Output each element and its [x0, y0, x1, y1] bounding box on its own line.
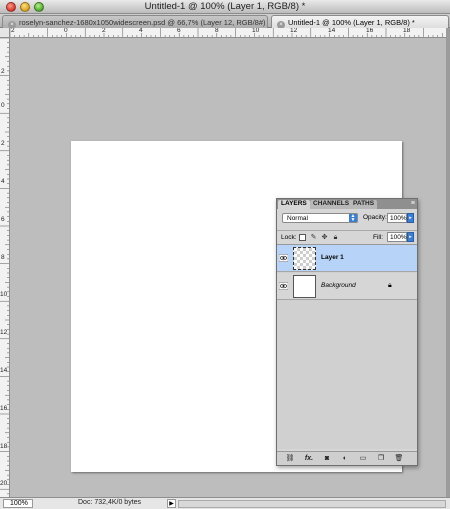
window-title: Untitled-1 @ 100% (Layer 1, RGB/8) *: [144, 1, 306, 12]
chevron-updown-icon: ▲ ▼: [349, 213, 357, 223]
trash-icon[interactable]: 🗑︎: [394, 454, 404, 464]
ruler-label: 10: [252, 28, 260, 34]
ruler-label: 16: [0, 405, 8, 412]
layer-row-layer-1[interactable]: Layer 1: [277, 245, 417, 272]
status-menu-arrow-icon[interactable]: ▶: [167, 499, 176, 508]
ruler-label: 2: [102, 28, 106, 34]
ruler-label: 8: [1, 254, 5, 261]
ruler-label: 14: [0, 367, 8, 374]
fill-slider-button[interactable]: ▸: [407, 232, 414, 242]
tab-label: roselyn-sanchez-1680x1050widescreen.psd …: [19, 18, 266, 27]
ruler-label: 12: [290, 28, 298, 34]
ruler-label: 4: [139, 28, 143, 34]
layer-name[interactable]: Layer 1: [321, 254, 344, 261]
document-tab-bar: × roselyn-sanchez-1680x1050widescreen.psd…: [0, 14, 450, 29]
layers-list: Layer 1 Background 🔒︎: [277, 244, 417, 449]
ruler-label: 0: [64, 28, 68, 34]
ruler-label: 2: [11, 28, 15, 34]
tab-label: Untitled-1 @ 100% (Layer 1, RGB/8) *: [288, 18, 415, 27]
ruler-label: 2: [1, 140, 5, 147]
fill-label: Fill:: [373, 234, 384, 241]
ruler-label: 4: [1, 178, 5, 185]
layer-thumbnail: [293, 275, 316, 298]
tab-untitled-document[interactable]: × Untitled-1 @ 100% (Layer 1, RGB/8) *: [271, 15, 449, 29]
layers-panel: LAYERS CHANNELS PATHS ≡ Normal ▲ ▼ Opacit…: [276, 198, 418, 466]
panel-menu-icon[interactable]: ≡: [411, 200, 415, 207]
layer-name[interactable]: Background: [321, 282, 356, 289]
eye-icon[interactable]: [279, 254, 288, 262]
lock-all-icon[interactable]: 🔒︎: [332, 234, 339, 241]
tab-layers[interactable]: LAYERS: [278, 200, 310, 209]
vertical-ruler[interactable]: 2 0 2 4 6 8 10 12 14 16 18 20: [0, 38, 10, 497]
ruler-label: 0: [1, 102, 5, 109]
eye-icon[interactable]: [279, 282, 288, 290]
lock-transparent-pixels-icon[interactable]: [299, 234, 306, 241]
vertical-scrollbar[interactable]: [446, 28, 450, 497]
layer-thumbnail: [293, 247, 316, 270]
ruler-label: 12: [0, 329, 8, 336]
ruler-label: 2: [1, 68, 5, 75]
ruler-label: 18: [403, 28, 411, 34]
ruler-label: 16: [366, 28, 374, 34]
opacity-slider-button[interactable]: ▸: [407, 213, 414, 223]
lock-image-pixels-icon[interactable]: ✎: [310, 234, 317, 241]
ruler-label: 14: [328, 28, 336, 34]
opacity-input[interactable]: 100%: [387, 213, 407, 223]
lock-icon: 🔒︎: [388, 282, 392, 289]
ruler-label: 18: [0, 443, 8, 450]
adjustment-icon[interactable]: ◐: [340, 454, 350, 464]
title-bar: Untitled-1 @ 100% (Layer 1, RGB/8) *: [0, 0, 450, 14]
ruler-label: 8: [215, 28, 219, 34]
panel-footer: ⛓ fx. ◙ ◐ ▭ ❐ 🗑︎: [277, 451, 417, 465]
link-icon[interactable]: ⛓: [285, 454, 295, 464]
ruler-origin[interactable]: [0, 28, 10, 38]
tab-roselyn-document[interactable]: × roselyn-sanchez-1680x1050widescreen.psd…: [2, 15, 268, 29]
tab-paths[interactable]: PATHS: [350, 200, 378, 209]
group-folder-icon[interactable]: ▭: [358, 454, 368, 464]
lock-row: Lock: ✎ ✥ 🔒︎ Fill: 100% ▸: [277, 230, 417, 243]
lock-label: Lock:: [281, 234, 297, 241]
horizontal-scrollbar[interactable]: [178, 500, 446, 508]
ruler-label: 10: [0, 291, 8, 298]
status-bar: 100% Doc: 732,4K/0 bytes ▶: [0, 497, 450, 509]
horizontal-ruler[interactable]: 2 0 2 4 6 8 10 12 14 16 18: [10, 28, 446, 38]
lock-position-icon[interactable]: ✥: [321, 234, 328, 241]
new-layer-icon[interactable]: ❐: [376, 454, 386, 464]
panel-tab-bar: LAYERS CHANNELS PATHS ≡: [277, 199, 417, 209]
ruler-label: 6: [177, 28, 181, 34]
ruler-label: 20: [0, 480, 8, 487]
fx-icon[interactable]: fx.: [304, 454, 314, 464]
mask-icon[interactable]: ◙: [322, 454, 332, 464]
fill-input[interactable]: 100%: [387, 232, 407, 242]
blend-mode-value: Normal: [287, 215, 308, 222]
horizontal-ruler-ticks: [10, 28, 443, 37]
document-info: Doc: 732,4K/0 bytes: [78, 499, 142, 506]
ruler-label: 6: [1, 216, 5, 223]
blend-mode-select[interactable]: Normal ▲ ▼: [282, 213, 358, 223]
tab-channels[interactable]: CHANNELS: [310, 200, 353, 209]
zoom-level-field[interactable]: 100%: [3, 499, 33, 508]
opacity-label: Opacity:: [363, 214, 387, 221]
layer-row-background[interactable]: Background 🔒︎: [277, 273, 417, 300]
